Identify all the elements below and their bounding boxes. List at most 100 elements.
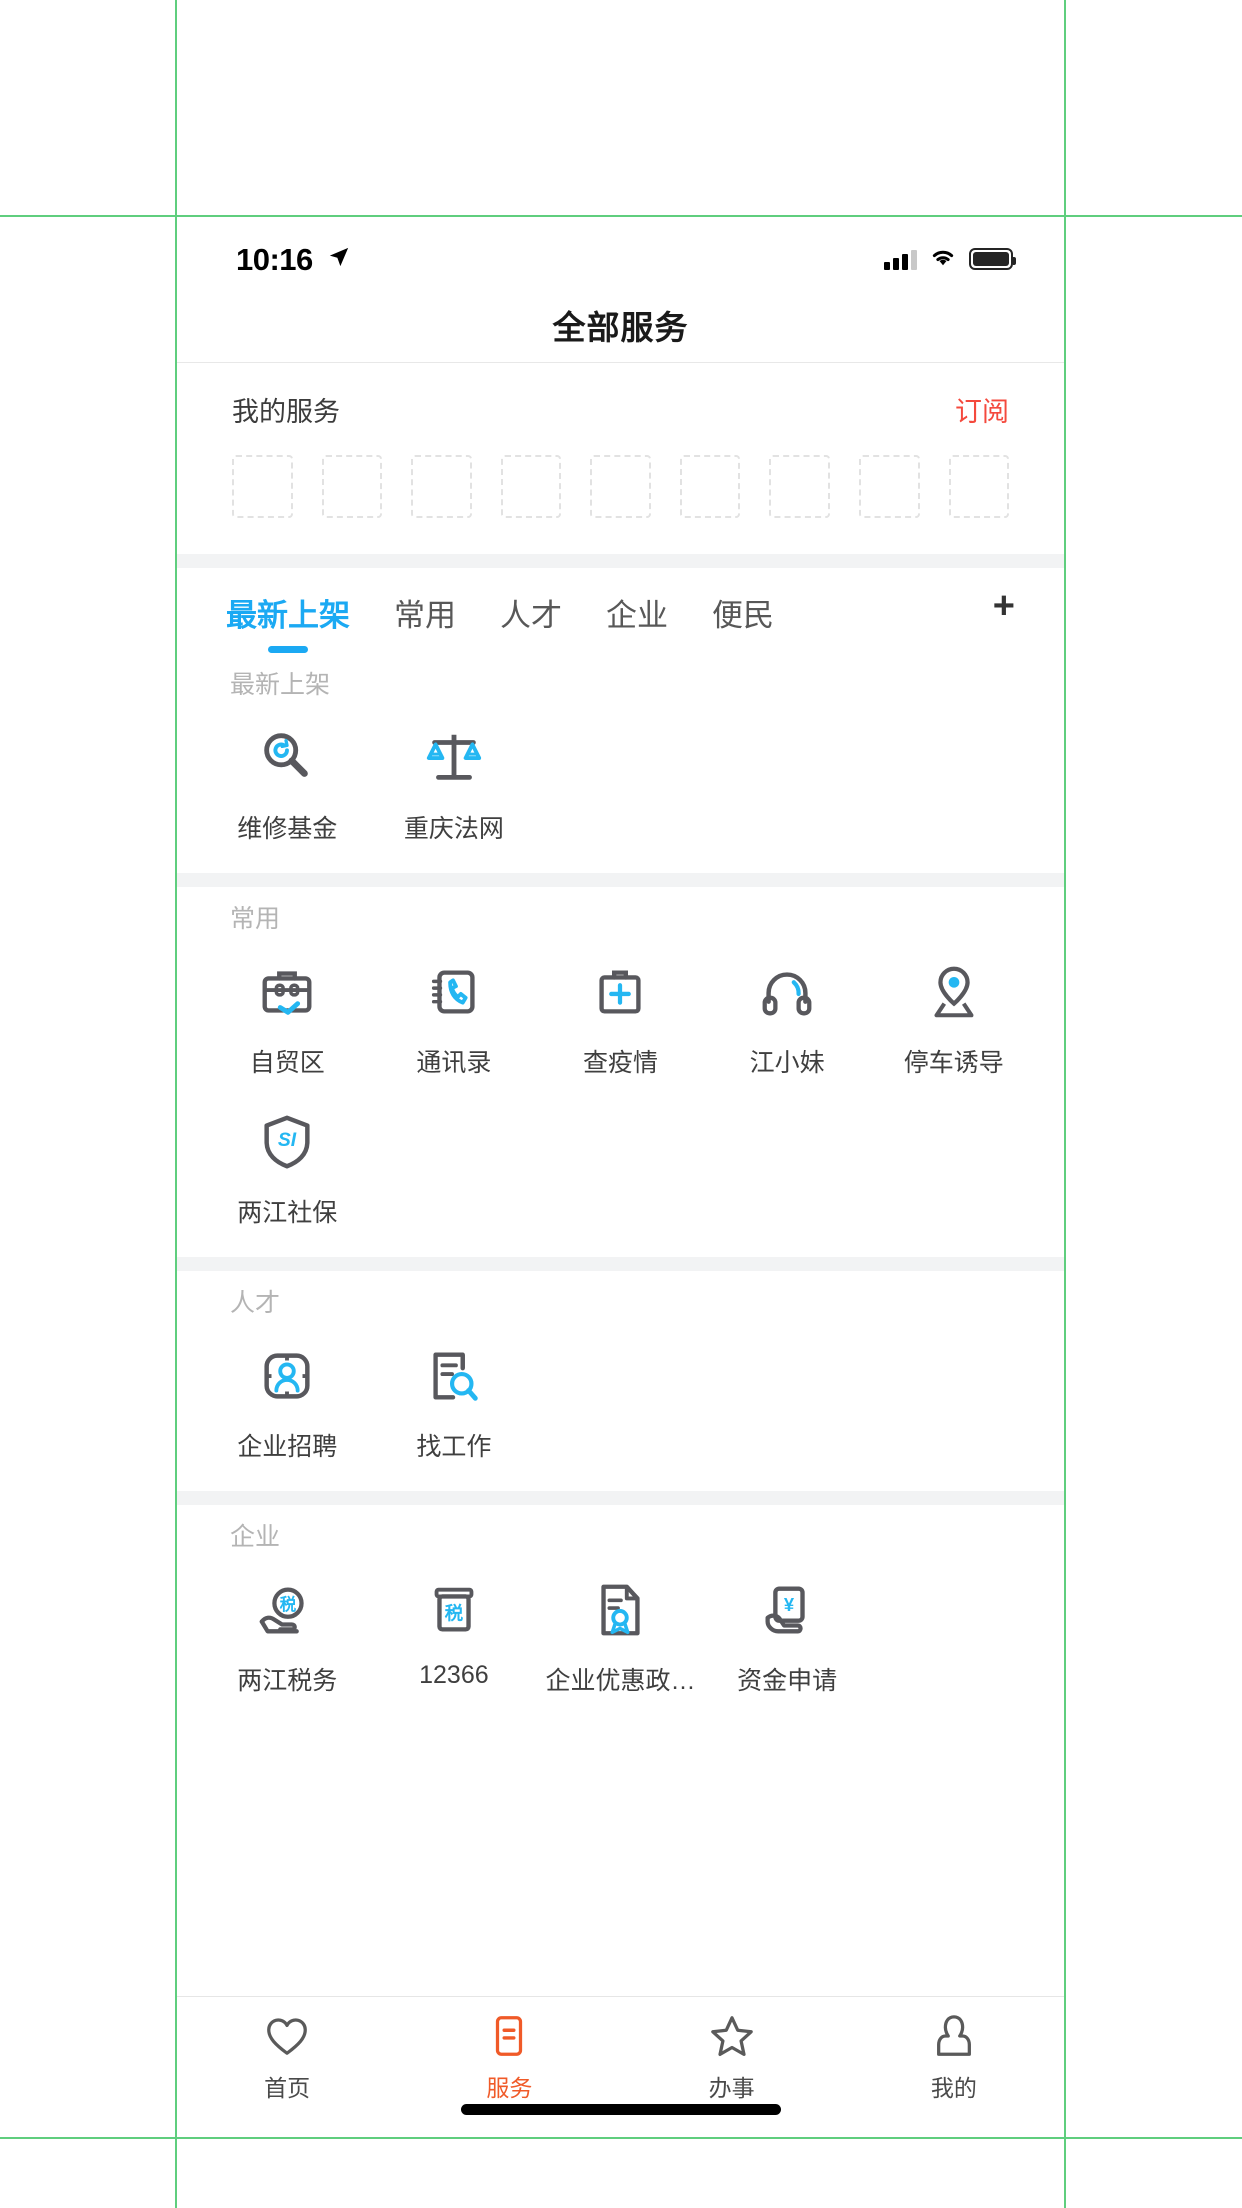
- service-slot-placeholder[interactable]: [948, 455, 1010, 518]
- person-frame-icon: [256, 1345, 318, 1407]
- service-slot-placeholder[interactable]: [858, 455, 920, 518]
- headset-icon: [756, 961, 818, 1023]
- service-item[interactable]: ¥ 资金申请: [704, 1557, 871, 1707]
- service-item-label: 停车诱导: [903, 1049, 1004, 1077]
- service-item-label: 资金申请: [737, 1667, 838, 1695]
- bottom-tab-label: 服务: [486, 2075, 533, 2101]
- map-pin-icon: [923, 961, 985, 1023]
- star-icon: [709, 2013, 755, 2059]
- magnifier-refresh-icon: [256, 727, 318, 789]
- status-bar: 10:16: [176, 216, 1065, 288]
- section-title: 企业: [230, 1523, 281, 1551]
- category-tab-3[interactable]: 企业: [606, 590, 668, 653]
- svg-text:¥: ¥: [784, 1594, 795, 1615]
- service-item[interactable]: 查疫情: [537, 939, 704, 1089]
- service-item[interactable]: 维修基金: [204, 705, 371, 855]
- section-title: 常用: [230, 905, 281, 933]
- bottom-tab-label: 首页: [264, 2075, 311, 2101]
- service-item[interactable]: 企业招聘: [204, 1323, 371, 1473]
- section-gap: [176, 1257, 1065, 1271]
- location-arrow-icon: [328, 246, 350, 268]
- bottom-tab-label: 办事: [708, 2075, 755, 2101]
- service-item-label: 两江税务: [237, 1667, 338, 1695]
- person-icon: [931, 2013, 977, 2059]
- bottom-tab-我的[interactable]: 我的: [843, 1997, 1065, 2137]
- balance-scale-icon: [423, 727, 485, 789]
- section-title: 最新上架: [230, 671, 331, 699]
- service-slot-placeholder[interactable]: [769, 455, 830, 518]
- service-item-label: 查疫情: [582, 1049, 658, 1077]
- service-sections: 最新上架维修基金 重庆法网常用自贸区 通讯录 查疫情 江小妹 停车诱导 SI 两江社保人才企业…: [176, 653, 1065, 1725]
- service-item-label: 江小妹: [749, 1049, 825, 1077]
- service-item[interactable]: 企业优惠政…: [537, 1557, 704, 1707]
- service-slot-placeholder[interactable]: [321, 455, 383, 518]
- service-item[interactable]: SI 两江社保: [204, 1089, 371, 1239]
- heart-icon: [264, 2013, 310, 2059]
- bottom-tab-首页[interactable]: 首页: [176, 1997, 398, 2137]
- service-item[interactable]: 停车诱导: [870, 939, 1037, 1089]
- svg-text:SI: SI: [278, 1129, 297, 1151]
- svg-text:税: 税: [280, 1595, 297, 1614]
- section-gap: [176, 1491, 1065, 1505]
- service-item-label: 找工作: [416, 1433, 492, 1461]
- my-services-header: 我的服务 订阅: [232, 363, 1009, 455]
- page-title: 全部服务: [552, 309, 689, 346]
- service-slot-placeholder[interactable]: [590, 455, 651, 518]
- guide-line-bottom: [0, 2137, 1242, 2139]
- bottom-tab-bar[interactable]: 首页 服务 办事 我的: [176, 1996, 1065, 2137]
- service-grid: 税两江税务税 12366 企业优惠政… ¥ 资金申请: [176, 1557, 1065, 1707]
- service-grid: 维修基金 重庆法网: [176, 705, 1065, 855]
- add-category-button[interactable]: +: [993, 587, 1015, 640]
- service-slot-placeholder[interactable]: [411, 455, 472, 518]
- section-title: 人才: [230, 1289, 281, 1317]
- medical-kit-icon: [589, 961, 651, 1023]
- service-item[interactable]: 税两江税务: [204, 1557, 371, 1707]
- service-item[interactable]: 自贸区: [204, 939, 371, 1089]
- service-item-label: 通讯录: [416, 1049, 492, 1077]
- navigation-bar: 全部服务: [176, 288, 1065, 363]
- category-tab-0[interactable]: 最新上架: [226, 590, 350, 653]
- service-section: 企业税两江税务税 12366 企业优惠政… ¥ 资金申请: [176, 1505, 1065, 1725]
- my-services-empty-slots: [232, 455, 1010, 554]
- hand-yuan-icon: ¥: [756, 1579, 818, 1641]
- bottom-tab-label: 我的: [930, 2075, 977, 2101]
- service-item-label: 维修基金: [237, 815, 338, 843]
- wifi-icon: [929, 246, 957, 272]
- service-item-label: 自贸区: [249, 1049, 325, 1077]
- category-tab-4[interactable]: 便民: [712, 590, 774, 653]
- service-item[interactable]: 重庆法网: [371, 705, 538, 855]
- service-item[interactable]: 税 12366: [371, 1557, 538, 1707]
- document-lines-icon: [486, 2013, 532, 2059]
- category-tab-2[interactable]: 人才: [500, 590, 562, 653]
- briefcase-icon: [256, 961, 318, 1023]
- service-grid: 企业招聘 找工作: [176, 1323, 1065, 1473]
- service-item[interactable]: 找工作: [371, 1323, 538, 1473]
- contact-book-phone-icon: [423, 961, 485, 1023]
- section-gap: [176, 873, 1065, 887]
- svg-text:税: 税: [445, 1603, 464, 1624]
- bottom-tab-服务[interactable]: 服务: [398, 1997, 620, 2137]
- service-section: 人才企业招聘 找工作: [176, 1271, 1065, 1491]
- category-tab-bar[interactable]: 最新上架 常用 人才 企业 便民 +: [176, 568, 1065, 653]
- service-slot-placeholder[interactable]: [500, 455, 562, 518]
- service-slot-placeholder[interactable]: [232, 455, 293, 518]
- service-item-label: 企业优惠政…: [545, 1667, 696, 1695]
- home-indicator: [460, 2104, 781, 2115]
- service-section: 最新上架维修基金 重庆法网: [176, 653, 1065, 873]
- service-item[interactable]: 通讯录: [371, 939, 538, 1089]
- category-tab-1[interactable]: 常用: [394, 590, 456, 653]
- service-item-label: 两江社保: [237, 1199, 338, 1227]
- service-grid: 自贸区 通讯录 查疫情 江小妹 停车诱导 SI 两江社保: [176, 939, 1065, 1239]
- service-item-label: 企业招聘: [237, 1433, 338, 1461]
- bottom-tab-办事[interactable]: 办事: [621, 1997, 843, 2137]
- hand-tax-icon: 税: [256, 1579, 318, 1641]
- status-bar-indicators: [884, 246, 1016, 272]
- service-item[interactable]: 江小妹: [704, 939, 871, 1089]
- tax-jar-icon: 税: [423, 1579, 485, 1641]
- service-slot-placeholder[interactable]: [679, 455, 741, 518]
- service-item-label: 重庆法网: [403, 815, 504, 843]
- status-bar-time: 10:16: [236, 242, 313, 277]
- cellular-signal-icon: [884, 248, 917, 270]
- shield-si-icon: SI: [256, 1111, 318, 1173]
- subscribe-button[interactable]: 订阅: [955, 390, 1009, 429]
